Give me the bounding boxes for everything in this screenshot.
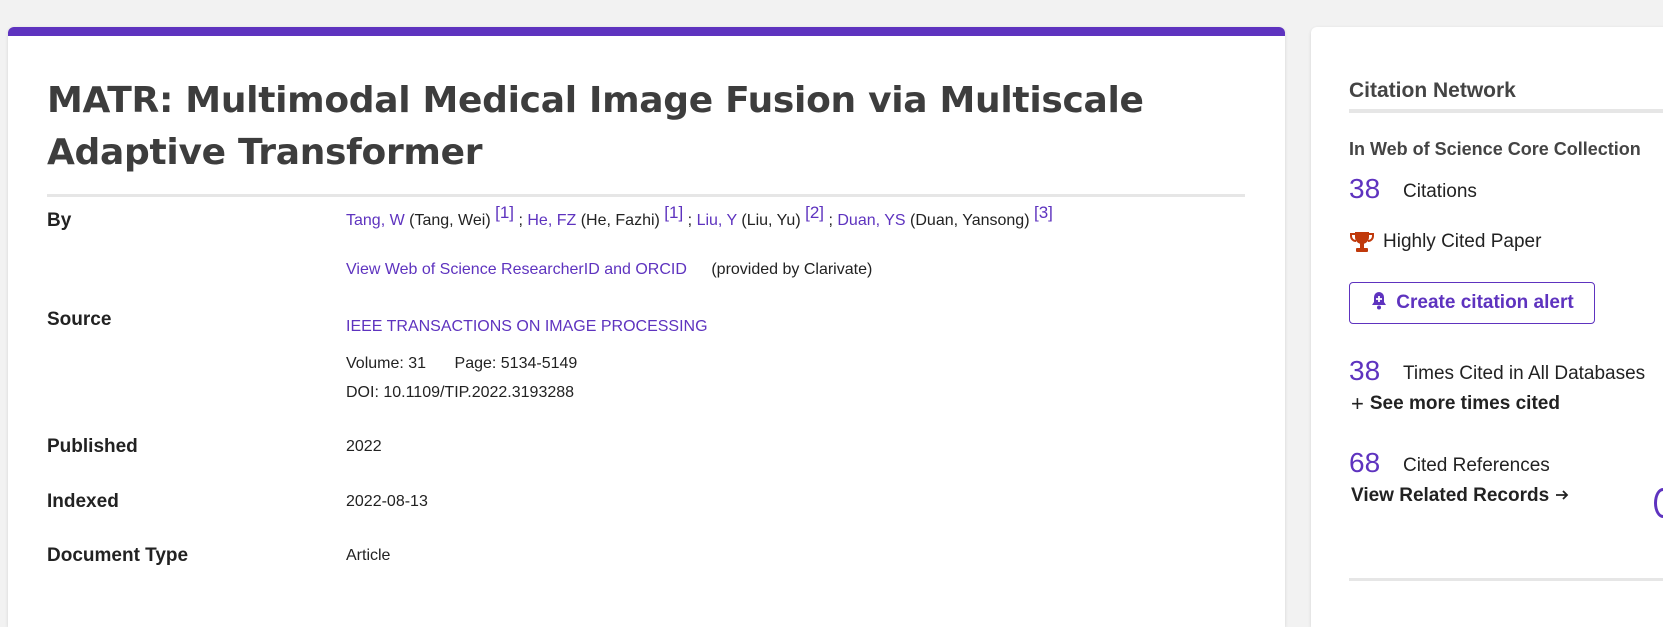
create-citation-alert-button[interactable]: Create citation alert: [1349, 282, 1595, 324]
highly-cited-label: Highly Cited Paper: [1383, 231, 1542, 252]
arrow-right-icon: [1555, 485, 1569, 507]
indexed-value: 2022-08-13: [346, 493, 428, 510]
author-affiliation-ref[interactable]: [1]: [664, 203, 683, 222]
indexed-label: Indexed: [47, 491, 119, 512]
document-type-label: Document Type: [47, 545, 189, 566]
volume-text: Volume: 31: [346, 355, 427, 372]
side-bottom-divider: [1349, 578, 1663, 581]
author-link-duan[interactable]: Duan, YS: [837, 212, 905, 229]
author-separator: ;: [828, 212, 833, 229]
core-collection-label: In Web of Science Core Collection: [1349, 139, 1641, 159]
see-more-label: See more times cited: [1369, 393, 1560, 414]
author-separator: ;: [687, 212, 693, 229]
view-related-records-link[interactable]: View Related Records: [1351, 485, 1569, 507]
author-link-he[interactable]: He, FZ: [527, 212, 576, 229]
author-link-liu[interactable]: Liu, Y: [697, 212, 737, 229]
side-divider: [1349, 109, 1663, 113]
trophy-icon: [1349, 229, 1375, 255]
page-text: Page: 5134-5149: [454, 355, 578, 372]
author-fullname: (Tang, Wei): [409, 212, 491, 229]
author-affiliation-ref[interactable]: [3]: [1034, 203, 1053, 222]
provided-by-text: (provided by Clarivate): [711, 261, 873, 278]
published-value: 2022: [346, 438, 382, 455]
author-fullname: (Duan, Yansong): [910, 212, 1030, 229]
all-db-count-link[interactable]: 38: [1349, 355, 1380, 387]
record-card-accent-bar: [8, 27, 1285, 36]
page-title: MATR: Multimodal Medical Image Fusion vi…: [47, 80, 1144, 173]
author-separator: ;: [518, 212, 523, 229]
highly-cited-badge: Highly Cited Paper: [1349, 229, 1541, 255]
citation-network-panel: Citation Network In Web of Science Core …: [1311, 27, 1663, 627]
citations-count-link[interactable]: 38: [1349, 173, 1380, 205]
plus-icon: +: [1351, 391, 1364, 416]
cited-references-count-link[interactable]: 68: [1349, 447, 1380, 479]
title-divider: [47, 194, 1245, 197]
researcher-id-link[interactable]: View Web of Science ResearcherID and ORC…: [346, 261, 687, 278]
view-related-label: View Related Records: [1351, 485, 1550, 506]
source-journal-link[interactable]: IEEE TRANSACTIONS ON IMAGE PROCESSING: [346, 318, 708, 336]
source-label: Source: [47, 309, 112, 330]
author-fullname: (Liu, Yu): [741, 212, 801, 229]
citation-network-title: Citation Network: [1349, 79, 1516, 102]
create-citation-alert-label: Create citation alert: [1396, 292, 1574, 313]
cited-references-label: Cited References: [1403, 455, 1550, 476]
author-affiliation-ref[interactable]: [1]: [495, 203, 514, 222]
doi-text: DOI: 10.1109/TIP.2022.3193288: [346, 384, 575, 401]
researcher-row: View Web of Science ResearcherID and ORC…: [346, 261, 872, 279]
volume-page-row: Volume: 31 Page: 5134-5149: [346, 355, 577, 373]
document-type-value: Article: [346, 547, 391, 564]
author-affiliation-ref[interactable]: [2]: [805, 203, 824, 222]
author-link-tang[interactable]: Tang, W: [346, 212, 405, 229]
see-more-times-cited-button[interactable]: + See more times cited: [1351, 393, 1560, 415]
author-fullname: (He, Fazhi): [580, 212, 660, 229]
citations-label: Citations: [1403, 181, 1477, 202]
all-db-label: Times Cited in All Databases: [1403, 363, 1646, 384]
record-card: MATR: Multimodal Medical Image Fusion vi…: [8, 27, 1285, 627]
bell-plus-icon: [1370, 290, 1388, 316]
published-label: Published: [47, 436, 138, 457]
author-list: Tang, W (Tang, Wei) [1] ; He, FZ (He, Fa…: [346, 203, 1053, 230]
by-label: By: [47, 210, 72, 231]
